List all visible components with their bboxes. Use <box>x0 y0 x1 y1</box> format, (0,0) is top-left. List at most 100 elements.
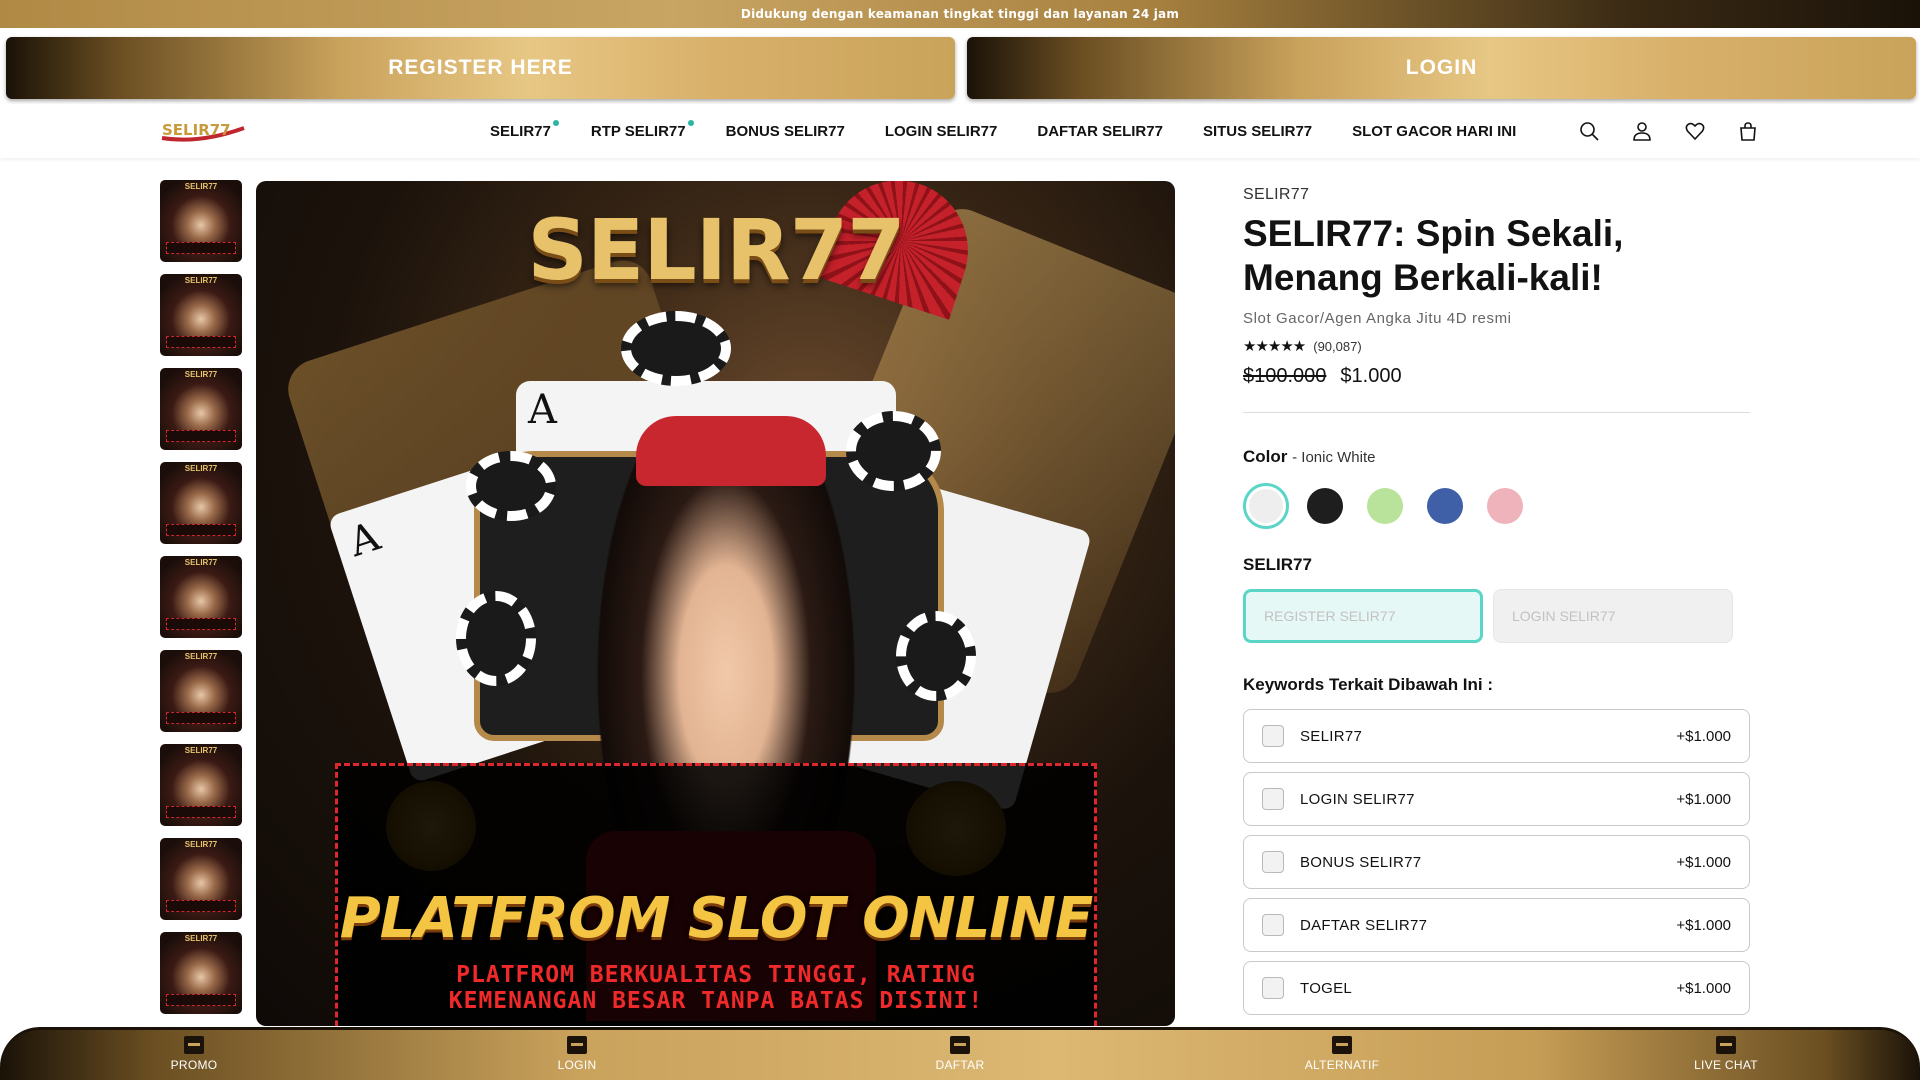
bottom-nav-promo[interactable]: PROMO <box>134 1036 254 1072</box>
keywords-list: SELIR77 +$1.000 LOGIN SELIR77 +$1.000 BONUS … <box>1243 709 1750 1015</box>
bottom-nav-icon <box>567 1036 587 1054</box>
thumbnail-logo-text: SELIR77 <box>184 370 218 379</box>
bottom-nav-alternatif[interactable]: ALTERNATIF <box>1282 1036 1402 1072</box>
thumbnail-logo-text: SELIR77 <box>184 652 218 661</box>
product-thumbnail[interactable]: SELIR77 <box>160 180 242 262</box>
login-button[interactable]: LOGIN <box>967 37 1916 99</box>
nav-link-rtp-selir77[interactable]: RTP SELIR77 <box>590 119 694 140</box>
thumbnail-logo-text: SELIR77 <box>184 464 218 473</box>
thumbnail-logo-text: SELIR77 <box>184 276 218 285</box>
heart-icon[interactable] <box>1682 118 1708 144</box>
nav-link-slot-gacor[interactable]: SLOT GACOR HARI INI <box>1352 123 1516 140</box>
thumbnail-banner <box>166 430 236 442</box>
color-swatch-2[interactable] <box>1307 488 1343 524</box>
bottom-nav-live-chat[interactable]: LIVE CHAT <box>1666 1036 1786 1072</box>
nav-links: SELIR77 RTP SELIR77 BONUS SELIR77 LOGIN … <box>490 104 1556 158</box>
new-dot-indicator <box>552 119 559 126</box>
color-label-text: Color <box>1243 447 1288 466</box>
color-swatch-1[interactable] <box>1243 483 1289 529</box>
bottom-nav-label: DAFTAR <box>935 1058 985 1072</box>
option-label-text: LOGIN SELIR77 <box>1512 608 1616 624</box>
color-swatches <box>1243 483 1750 529</box>
keyword-price: +$1.000 <box>1676 790 1731 808</box>
keyword-checkbox[interactable] <box>1262 914 1284 936</box>
thumbnail-banner <box>166 336 236 348</box>
keyword-option-row[interactable]: DAFTAR SELIR77 +$1.000 <box>1243 898 1750 952</box>
product-thumbnail[interactable]: SELIR77 <box>160 650 242 732</box>
color-swatch-5[interactable] <box>1487 488 1523 524</box>
product-main-image[interactable]: A A SELIR77 PLATFROM SLOT ONLINE PLATFRO… <box>256 181 1175 1026</box>
nav-link-selir77[interactable]: SELIR77 <box>490 119 559 140</box>
thumbnail-logo-text: SELIR77 <box>184 746 218 755</box>
nav-link-bonus-selir77[interactable]: BONUS SELIR77 <box>726 123 845 140</box>
promo-banner: PLATFROM SLOT ONLINE PLATFROM BERKUALITA… <box>335 763 1097 1026</box>
keyword-checkbox[interactable] <box>1262 851 1284 873</box>
bottom-nav-label: LOGIN <box>557 1058 597 1072</box>
bottom-nav-icon <box>1716 1036 1736 1054</box>
bottom-nav-icon <box>950 1036 970 1054</box>
bottom-nav-icon <box>184 1036 204 1054</box>
keyword-checkbox[interactable] <box>1262 788 1284 810</box>
keyword-checkbox[interactable] <box>1262 725 1284 747</box>
banner-subtitle-line-2: KEMENANGAN BESAR TANPA BATAS DISINI! <box>448 988 984 1014</box>
keyword-name: LOGIN SELIR77 <box>1300 790 1415 808</box>
poker-chip <box>896 611 976 701</box>
product-thumbnail[interactable]: SELIR77 <box>160 556 242 638</box>
option-login-selir77[interactable]: LOGIN SELIR77 <box>1493 589 1733 643</box>
keyword-price: +$1.000 <box>1676 916 1731 934</box>
keyword-option-row[interactable]: TOGEL +$1.000 <box>1243 961 1750 1015</box>
bottom-nav-daftar[interactable]: DAFTAR <box>900 1036 1020 1072</box>
selected-color-value: - Ionic White <box>1292 449 1376 466</box>
color-swatch-3[interactable] <box>1367 488 1403 524</box>
color-label: Color - Ionic White <box>1243 447 1750 467</box>
keyword-name: DAFTAR SELIR77 <box>1300 916 1428 934</box>
keyword-name: BONUS SELIR77 <box>1300 853 1422 871</box>
product-thumbnail[interactable]: SELIR77 <box>160 462 242 544</box>
search-icon[interactable] <box>1576 118 1602 144</box>
product-thumbnail[interactable]: SELIR77 <box>160 838 242 920</box>
thumbnail-banner <box>166 618 236 630</box>
bottom-nav-login[interactable]: LOGIN <box>517 1036 637 1072</box>
thumbnail-logo-text: SELIR77 <box>184 182 218 191</box>
option-label: SELIR77 <box>1243 555 1312 574</box>
poker-chip <box>466 451 556 521</box>
nav-link-situs-selir77[interactable]: SITUS SELIR77 <box>1203 123 1312 140</box>
product-info: SELIR77 SELIR77: Spin Sekali, Menang Ber… <box>1243 186 1750 1024</box>
bottom-nav-label: LIVE CHAT <box>1694 1058 1758 1072</box>
bottom-nav-icon <box>1332 1036 1352 1054</box>
thumbnail-banner <box>166 712 236 724</box>
product-thumbnail[interactable]: SELIR77 <box>160 274 242 356</box>
register-here-button[interactable]: REGISTER HERE <box>6 37 955 99</box>
option-buttons: REGISTER SELIR77 LOGIN SELIR77 <box>1243 589 1750 643</box>
thumbnail-logo-text: SELIR77 <box>184 558 218 567</box>
compare-at-price: $100.000 <box>1243 365 1327 387</box>
new-dot-indicator <box>687 119 694 126</box>
product-thumbnail[interactable]: SELIR77 <box>160 744 242 826</box>
color-swatch-4[interactable] <box>1427 488 1463 524</box>
thumbnail-banner <box>166 524 236 536</box>
cta-row: REGISTER HERE LOGIN <box>0 34 1920 102</box>
product-thumbnail[interactable]: SELIR77 <box>160 368 242 450</box>
site-logo[interactable]: SELIR77 <box>160 118 246 142</box>
nav-link-label: RTP SELIR77 <box>590 122 686 140</box>
hero-logo-text: SELIR77 <box>527 201 905 299</box>
account-icon[interactable] <box>1629 118 1655 144</box>
announcement-bar: Didukung dengan keamanan tingkat tinggi … <box>0 0 1920 28</box>
product-title: SELIR77: Spin Sekali, Menang Berkali-kal… <box>1243 213 1624 298</box>
keyword-option-row[interactable]: BONUS SELIR77 +$1.000 <box>1243 835 1750 889</box>
keyword-name: SELIR77 <box>1300 727 1363 745</box>
banner-subtitle: PLATFROM BERKUALITAS TINGGI, RATING KEME… <box>338 962 1094 1014</box>
banner-subtitle-line-1: PLATFROM BERKUALITAS TINGGI, RATING <box>456 962 976 988</box>
banner-title: PLATFROM SLOT ONLINE <box>339 886 1094 951</box>
nav-link-login-selir77[interactable]: LOGIN SELIR77 <box>885 123 998 140</box>
keyword-checkbox[interactable] <box>1262 977 1284 999</box>
card-rank: A <box>528 387 557 433</box>
product-thumbnail[interactable]: SELIR77 <box>160 932 242 1014</box>
main-navbar: SELIR77 SELIR77 RTP SELIR77 BONUS SELIR7… <box>0 104 1920 158</box>
nav-link-daftar-selir77[interactable]: DAFTAR SELIR77 <box>1037 123 1163 140</box>
keywords-label: Keywords Terkait Dibawah Ini : <box>1243 675 1494 694</box>
cart-icon[interactable] <box>1735 118 1761 144</box>
option-register-selir77[interactable]: REGISTER SELIR77 <box>1243 589 1483 643</box>
keyword-option-row[interactable]: SELIR77 +$1.000 <box>1243 709 1750 763</box>
keyword-option-row[interactable]: LOGIN SELIR77 +$1.000 <box>1243 772 1750 826</box>
